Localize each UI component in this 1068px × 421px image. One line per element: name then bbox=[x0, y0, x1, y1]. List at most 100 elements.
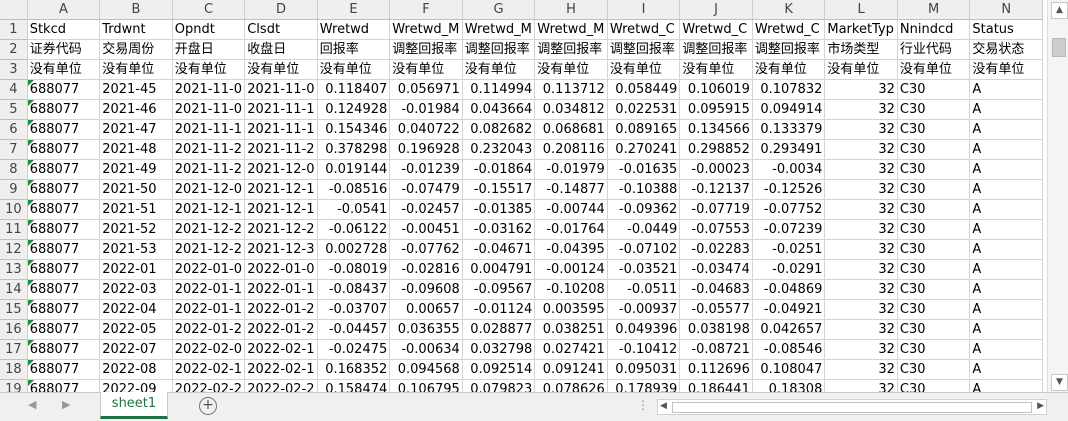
cell[interactable]: 2021-12-1 bbox=[172, 199, 246, 220]
cell[interactable]: -0.00634 bbox=[389, 339, 463, 360]
cell[interactable]: 0.095915 bbox=[679, 99, 753, 120]
cell[interactable]: Wretwd_M bbox=[534, 19, 608, 40]
cell[interactable]: 2022-01-2 bbox=[172, 319, 246, 340]
cell[interactable]: 0.043664 bbox=[462, 99, 536, 120]
cell[interactable]: 0.040722 bbox=[389, 119, 463, 140]
cell[interactable]: 2021-12-2 bbox=[172, 239, 246, 260]
cell[interactable]: -0.0034 bbox=[752, 159, 826, 180]
cell[interactable]: 2021-11-2 bbox=[172, 139, 246, 160]
cell[interactable]: 0.112696 bbox=[679, 359, 753, 380]
cell[interactable]: 2021-12-3 bbox=[244, 239, 318, 260]
cell[interactable]: 没有单位 bbox=[389, 59, 463, 80]
cell[interactable]: A bbox=[969, 99, 1043, 120]
cell[interactable]: 0.094914 bbox=[752, 99, 826, 120]
cell[interactable]: A bbox=[969, 79, 1043, 100]
cell[interactable]: 2022-02-1 bbox=[244, 359, 318, 380]
cell[interactable]: -0.05577 bbox=[679, 299, 753, 320]
cell[interactable]: -0.08516 bbox=[317, 179, 391, 200]
cell[interactable]: 2021-46 bbox=[99, 99, 173, 120]
cell[interactable]: 2021-12-1 bbox=[244, 179, 318, 200]
cell[interactable]: C30 bbox=[897, 319, 971, 340]
cell[interactable]: 0.038251 bbox=[534, 319, 608, 340]
cell[interactable]: 0.019144 bbox=[317, 159, 391, 180]
cell[interactable]: 0.092514 bbox=[462, 359, 536, 380]
cell[interactable]: Wretwd_M bbox=[389, 19, 463, 40]
cell[interactable]: -0.10412 bbox=[607, 339, 681, 360]
cell[interactable]: 2021-12-2 bbox=[172, 219, 246, 240]
cell[interactable]: -0.14877 bbox=[534, 179, 608, 200]
cell[interactable]: 0.032798 bbox=[462, 339, 536, 360]
scroll-up-arrow-icon[interactable]: ▲ bbox=[1051, 2, 1068, 19]
cell[interactable]: -0.00937 bbox=[607, 299, 681, 320]
cell[interactable]: 0.036355 bbox=[389, 319, 463, 340]
cell[interactable]: 2022-03 bbox=[99, 279, 173, 300]
cell[interactable]: 0.158474 bbox=[317, 379, 391, 392]
cell[interactable]: 0.004791 bbox=[462, 259, 536, 280]
cell[interactable]: Wretwd_C bbox=[607, 19, 681, 40]
cell[interactable]: 2021-11-1 bbox=[244, 99, 318, 120]
row-header[interactable]: 10 bbox=[0, 199, 28, 220]
cell[interactable]: 688077 bbox=[27, 259, 101, 280]
cell[interactable]: 0.378298 bbox=[317, 139, 391, 160]
scroll-down-arrow-icon[interactable]: ▼ bbox=[1051, 374, 1068, 391]
cell[interactable]: 0.106019 bbox=[679, 79, 753, 100]
cell[interactable]: 调整回报率 bbox=[752, 39, 826, 60]
cell[interactable]: 0.034812 bbox=[534, 99, 608, 120]
cell[interactable]: C30 bbox=[897, 279, 971, 300]
prev-sheet-arrow-icon[interactable]: ◀ bbox=[28, 398, 36, 411]
cell[interactable]: Wretwd_M bbox=[462, 19, 536, 40]
scroll-right-arrow-icon[interactable]: ▶ bbox=[1037, 401, 1044, 411]
cell[interactable]: 2021-49 bbox=[99, 159, 173, 180]
row-header[interactable]: 17 bbox=[0, 339, 28, 360]
cell[interactable]: 没有单位 bbox=[172, 59, 246, 80]
cell[interactable]: 0.298852 bbox=[679, 139, 753, 160]
cell[interactable]: -0.09608 bbox=[389, 279, 463, 300]
cell[interactable]: 2022-02-1 bbox=[244, 339, 318, 360]
cell[interactable]: 32 bbox=[824, 259, 898, 280]
cell[interactable]: 32 bbox=[824, 179, 898, 200]
cell[interactable]: A bbox=[969, 159, 1043, 180]
cell[interactable]: 688077 bbox=[27, 79, 101, 100]
cell[interactable]: 32 bbox=[824, 219, 898, 240]
cell[interactable]: -0.01385 bbox=[462, 199, 536, 220]
column-header-i[interactable]: I bbox=[607, 0, 681, 20]
cell[interactable]: 交易状态 bbox=[969, 39, 1043, 60]
cell[interactable]: Wretwd_C bbox=[679, 19, 753, 40]
cell[interactable]: A bbox=[969, 239, 1043, 260]
cell[interactable]: 2021-11-0 bbox=[244, 79, 318, 100]
cell[interactable]: 2021-47 bbox=[99, 119, 173, 140]
cell[interactable]: 0.042657 bbox=[752, 319, 826, 340]
cell[interactable]: 688077 bbox=[27, 319, 101, 340]
cell[interactable]: 2022-01-2 bbox=[244, 319, 318, 340]
add-sheet-plus-icon[interactable]: + bbox=[199, 397, 217, 415]
cell[interactable]: 0.208116 bbox=[534, 139, 608, 160]
cell[interactable]: 2021-11-2 bbox=[172, 159, 246, 180]
cell[interactable]: 2022-08 bbox=[99, 359, 173, 380]
cell[interactable]: Nnindcd bbox=[897, 19, 971, 40]
cell[interactable]: 2022-02-0 bbox=[172, 339, 246, 360]
row-header[interactable]: 18 bbox=[0, 359, 28, 380]
cell[interactable]: 2021-11-0 bbox=[172, 79, 246, 100]
cell[interactable]: -0.0541 bbox=[317, 199, 391, 220]
cell[interactable]: 688077 bbox=[27, 139, 101, 160]
cell[interactable]: -0.08437 bbox=[317, 279, 391, 300]
cell[interactable]: 688077 bbox=[27, 339, 101, 360]
row-header[interactable]: 6 bbox=[0, 119, 28, 140]
cell[interactable]: 2021-12-2 bbox=[244, 219, 318, 240]
cell[interactable]: -0.01764 bbox=[534, 219, 608, 240]
cell[interactable]: -0.0291 bbox=[752, 259, 826, 280]
row-header[interactable]: 4 bbox=[0, 79, 28, 100]
cell[interactable]: 0.094568 bbox=[389, 359, 463, 380]
cell[interactable]: 2021-11-1 bbox=[244, 119, 318, 140]
column-header-f[interactable]: F bbox=[389, 0, 463, 20]
horizontal-scrollbar[interactable]: ◀ ▶ bbox=[657, 399, 1047, 415]
cell[interactable]: -0.00744 bbox=[534, 199, 608, 220]
cell[interactable]: 688077 bbox=[27, 99, 101, 120]
cell[interactable]: 0.178939 bbox=[607, 379, 681, 392]
horizontal-scroll-thumb[interactable] bbox=[672, 402, 1032, 413]
cell[interactable]: A bbox=[969, 139, 1043, 160]
cell[interactable]: A bbox=[969, 119, 1043, 140]
cell[interactable]: -0.04683 bbox=[679, 279, 753, 300]
cell[interactable]: 0.232043 bbox=[462, 139, 536, 160]
cell[interactable]: Clsdt bbox=[244, 19, 318, 40]
